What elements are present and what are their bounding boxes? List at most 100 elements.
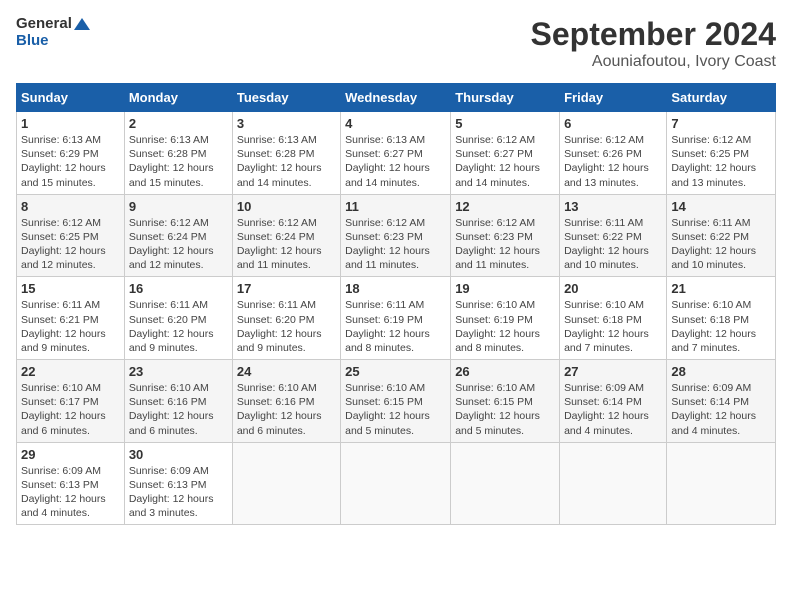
day-info: Sunrise: 6:12 AMSunset: 6:25 PMDaylight:… [671, 133, 771, 190]
day-number: 26 [455, 364, 555, 379]
title-block: September 2024 Aouniafoutou, Ivory Coast [531, 16, 776, 71]
day-number: 5 [455, 116, 555, 131]
calendar-cell: 18 Sunrise: 6:11 AMSunset: 6:19 PMDayligh… [341, 277, 451, 360]
calendar-cell [560, 442, 667, 525]
day-info: Sunrise: 6:12 AMSunset: 6:23 PMDaylight:… [345, 216, 446, 273]
col-header-monday: Monday [124, 84, 232, 112]
calendar-cell: 12 Sunrise: 6:12 AMSunset: 6:23 PMDayligh… [451, 194, 560, 277]
day-info: Sunrise: 6:10 AMSunset: 6:18 PMDaylight:… [671, 298, 771, 355]
calendar-cell: 1 Sunrise: 6:13 AMSunset: 6:29 PMDaylight… [17, 112, 125, 195]
calendar-cell: 3 Sunrise: 6:13 AMSunset: 6:28 PMDaylight… [232, 112, 340, 195]
day-info: Sunrise: 6:09 AMSunset: 6:14 PMDaylight:… [564, 381, 662, 438]
calendar-cell: 4 Sunrise: 6:13 AMSunset: 6:27 PMDaylight… [341, 112, 451, 195]
day-info: Sunrise: 6:12 AMSunset: 6:24 PMDaylight:… [129, 216, 228, 273]
day-info: Sunrise: 6:10 AMSunset: 6:18 PMDaylight:… [564, 298, 662, 355]
day-number: 7 [671, 116, 771, 131]
day-number: 17 [237, 281, 336, 296]
day-info: Sunrise: 6:10 AMSunset: 6:15 PMDaylight:… [345, 381, 446, 438]
day-info: Sunrise: 6:13 AMSunset: 6:28 PMDaylight:… [129, 133, 228, 190]
day-info: Sunrise: 6:10 AMSunset: 6:19 PMDaylight:… [455, 298, 555, 355]
calendar-cell: 2 Sunrise: 6:13 AMSunset: 6:28 PMDaylight… [124, 112, 232, 195]
day-number: 4 [345, 116, 446, 131]
calendar-cell: 9 Sunrise: 6:12 AMSunset: 6:24 PMDaylight… [124, 194, 232, 277]
day-number: 28 [671, 364, 771, 379]
day-info: Sunrise: 6:11 AMSunset: 6:21 PMDaylight:… [21, 298, 120, 355]
day-info: Sunrise: 6:11 AMSunset: 6:22 PMDaylight:… [671, 216, 771, 273]
col-header-tuesday: Tuesday [232, 84, 340, 112]
col-header-sunday: Sunday [17, 84, 125, 112]
day-number: 11 [345, 199, 446, 214]
day-info: Sunrise: 6:12 AMSunset: 6:23 PMDaylight:… [455, 216, 555, 273]
day-number: 30 [129, 447, 228, 462]
day-number: 19 [455, 281, 555, 296]
day-number: 23 [129, 364, 228, 379]
day-number: 16 [129, 281, 228, 296]
calendar-cell: 24Sunrise: 6:10 AMSunset: 6:16 PMDayligh… [232, 360, 340, 443]
day-info: Sunrise: 6:12 AMSunset: 6:27 PMDaylight:… [455, 133, 555, 190]
calendar-cell: 20 Sunrise: 6:10 AMSunset: 6:18 PMDayligh… [560, 277, 667, 360]
day-number: 8 [21, 199, 120, 214]
calendar-cell: 28 Sunrise: 6:09 AMSunset: 6:14 PMDayligh… [667, 360, 776, 443]
day-number: 9 [129, 199, 228, 214]
day-info: Sunrise: 6:11 AMSunset: 6:20 PMDaylight:… [237, 298, 336, 355]
calendar-table: SundayMondayTuesdayWednesdayThursdayFrid… [16, 83, 776, 525]
day-info: Sunrise: 6:13 AMSunset: 6:27 PMDaylight:… [345, 133, 446, 190]
day-info: Sunrise: 6:10 AMSunset: 6:17 PMDaylight:… [21, 381, 120, 438]
day-info: Sunrise: 6:10 AMSunset: 6:16 PMDaylight:… [129, 381, 228, 438]
day-number: 1 [21, 116, 120, 131]
day-info: Sunrise: 6:11 AMSunset: 6:22 PMDaylight:… [564, 216, 662, 273]
calendar-cell: 29 Sunrise: 6:09 AMSunset: 6:13 PMDayligh… [17, 442, 125, 525]
col-header-wednesday: Wednesday [341, 84, 451, 112]
day-number: 24 [237, 364, 336, 379]
calendar-cell: 17 Sunrise: 6:11 AMSunset: 6:20 PMDayligh… [232, 277, 340, 360]
logo: General Blue [16, 16, 90, 49]
calendar-cell: 21 Sunrise: 6:10 AMSunset: 6:18 PMDayligh… [667, 277, 776, 360]
day-info: Sunrise: 6:11 AMSunset: 6:20 PMDaylight:… [129, 298, 228, 355]
calendar-cell [232, 442, 340, 525]
day-number: 21 [671, 281, 771, 296]
calendar-cell: 27 Sunrise: 6:09 AMSunset: 6:14 PMDayligh… [560, 360, 667, 443]
page-subtitle: Aouniafoutou, Ivory Coast [531, 53, 776, 71]
calendar-cell: 15 Sunrise: 6:11 AMSunset: 6:21 PMDayligh… [17, 277, 125, 360]
day-number: 15 [21, 281, 120, 296]
calendar-cell: 22Sunrise: 6:10 AMSunset: 6:17 PMDayligh… [17, 360, 125, 443]
calendar-cell [451, 442, 560, 525]
day-info: Sunrise: 6:09 AMSunset: 6:13 PMDaylight:… [21, 464, 120, 521]
col-header-saturday: Saturday [667, 84, 776, 112]
calendar-cell: 25 Sunrise: 6:10 AMSunset: 6:15 PMDayligh… [341, 360, 451, 443]
calendar-cell: 10Sunrise: 6:12 AMSunset: 6:24 PMDayligh… [232, 194, 340, 277]
page-header: General Blue September 2024 Aouniafoutou… [16, 16, 776, 71]
day-info: Sunrise: 6:11 AMSunset: 6:19 PMDaylight:… [345, 298, 446, 355]
calendar-cell: 23 Sunrise: 6:10 AMSunset: 6:16 PMDayligh… [124, 360, 232, 443]
day-number: 13 [564, 199, 662, 214]
calendar-cell: 16 Sunrise: 6:11 AMSunset: 6:20 PMDayligh… [124, 277, 232, 360]
calendar-cell: 19 Sunrise: 6:10 AMSunset: 6:19 PMDayligh… [451, 277, 560, 360]
day-info: Sunrise: 6:13 AMSunset: 6:28 PMDaylight:… [237, 133, 336, 190]
calendar-cell: 11 Sunrise: 6:12 AMSunset: 6:23 PMDayligh… [341, 194, 451, 277]
day-number: 18 [345, 281, 446, 296]
day-info: Sunrise: 6:13 AMSunset: 6:29 PMDaylight:… [21, 133, 120, 190]
day-number: 6 [564, 116, 662, 131]
day-number: 20 [564, 281, 662, 296]
col-header-thursday: Thursday [451, 84, 560, 112]
calendar-cell: 14 Sunrise: 6:11 AMSunset: 6:22 PMDayligh… [667, 194, 776, 277]
day-info: Sunrise: 6:09 AMSunset: 6:13 PMDaylight:… [129, 464, 228, 521]
day-number: 27 [564, 364, 662, 379]
day-info: Sunrise: 6:10 AMSunset: 6:15 PMDaylight:… [455, 381, 555, 438]
day-info: Sunrise: 6:12 AMSunset: 6:26 PMDaylight:… [564, 133, 662, 190]
day-number: 10 [237, 199, 336, 214]
calendar-cell: 6 Sunrise: 6:12 AMSunset: 6:26 PMDaylight… [560, 112, 667, 195]
day-number: 3 [237, 116, 336, 131]
calendar-cell: 13 Sunrise: 6:11 AMSunset: 6:22 PMDayligh… [560, 194, 667, 277]
day-number: 29 [21, 447, 120, 462]
day-info: Sunrise: 6:09 AMSunset: 6:14 PMDaylight:… [671, 381, 771, 438]
calendar-cell [341, 442, 451, 525]
day-number: 12 [455, 199, 555, 214]
day-number: 14 [671, 199, 771, 214]
day-number: 2 [129, 116, 228, 131]
col-header-friday: Friday [560, 84, 667, 112]
calendar-cell: 30 Sunrise: 6:09 AMSunset: 6:13 PMDayligh… [124, 442, 232, 525]
day-number: 25 [345, 364, 446, 379]
calendar-cell: 26 Sunrise: 6:10 AMSunset: 6:15 PMDayligh… [451, 360, 560, 443]
calendar-cell [667, 442, 776, 525]
